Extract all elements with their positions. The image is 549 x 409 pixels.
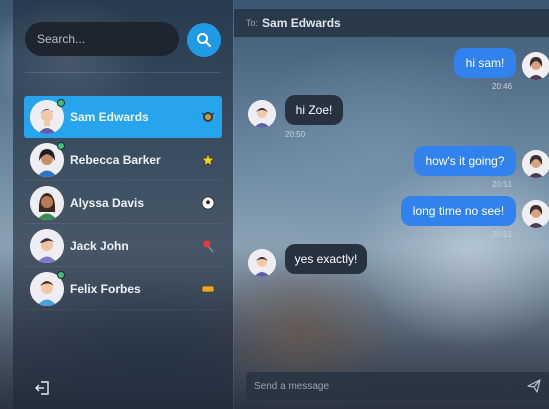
message-bubble-outgoing: hi sam! — [454, 48, 516, 78]
pin-icon — [199, 237, 217, 255]
chat-header: To: Sam Edwards — [234, 9, 549, 37]
star-icon — [199, 151, 217, 169]
avatar — [522, 150, 549, 178]
avatar — [30, 185, 64, 220]
contact-name: Rebecca Barker — [70, 152, 161, 167]
message-composer[interactable] — [246, 372, 549, 400]
message-bubble-incoming: hi Zoe! — [285, 95, 343, 125]
search-button[interactable] — [187, 23, 221, 57]
contact-name: Jack John — [70, 238, 129, 253]
search-box[interactable] — [25, 22, 179, 56]
search-icon — [197, 33, 211, 47]
logout-button[interactable] — [35, 380, 53, 398]
contact-item-felix-forbes[interactable]: Felix Forbes — [24, 268, 222, 310]
recipient-name: Sam Edwards — [262, 16, 341, 30]
logout-icon — [35, 381, 49, 395]
avatar — [522, 52, 549, 80]
divider — [25, 72, 221, 73]
soccer-ball-icon — [199, 194, 217, 212]
avatar — [248, 100, 276, 128]
bug-icon — [199, 108, 217, 126]
chat-panel: To: Sam Edwards hi sam! 20:46 hi Zoe! 20… — [233, 0, 549, 409]
avatar — [30, 228, 64, 263]
contact-item-jack-john[interactable]: Jack John — [24, 225, 222, 267]
online-indicator — [57, 142, 65, 150]
to-label: To: — [246, 18, 259, 28]
message-time: 20:51 — [492, 180, 513, 189]
message-bubble-outgoing: how's it going? — [414, 146, 516, 176]
online-indicator — [57, 271, 65, 279]
contact-name: Felix Forbes — [70, 281, 141, 296]
message-time: 20:46 — [492, 82, 513, 91]
message-time: 20:51 — [492, 230, 513, 239]
message-bubble-outgoing: long time no see! — [401, 196, 516, 226]
contact-item-alyssa-davis[interactable]: Alyssa Davis — [24, 182, 222, 224]
search-input[interactable] — [37, 32, 167, 46]
avatar — [248, 249, 276, 277]
sidebar: Sam Edwards Rebecca Barker — [13, 0, 233, 409]
message-time: 20:50 — [285, 130, 306, 139]
message-input[interactable] — [254, 380, 516, 392]
contact-name: Sam Edwards — [70, 110, 149, 124]
online-indicator — [57, 99, 65, 107]
contact-name: Alyssa Davis — [70, 195, 145, 210]
avatar — [522, 200, 549, 228]
send-icon[interactable] — [526, 378, 542, 394]
message-bubble-incoming: yes exactly! — [285, 244, 367, 274]
contact-item-rebecca-barker[interactable]: Rebecca Barker — [24, 139, 222, 181]
ticket-icon — [199, 280, 217, 298]
contact-item-sam-edwards[interactable]: Sam Edwards — [24, 96, 222, 138]
